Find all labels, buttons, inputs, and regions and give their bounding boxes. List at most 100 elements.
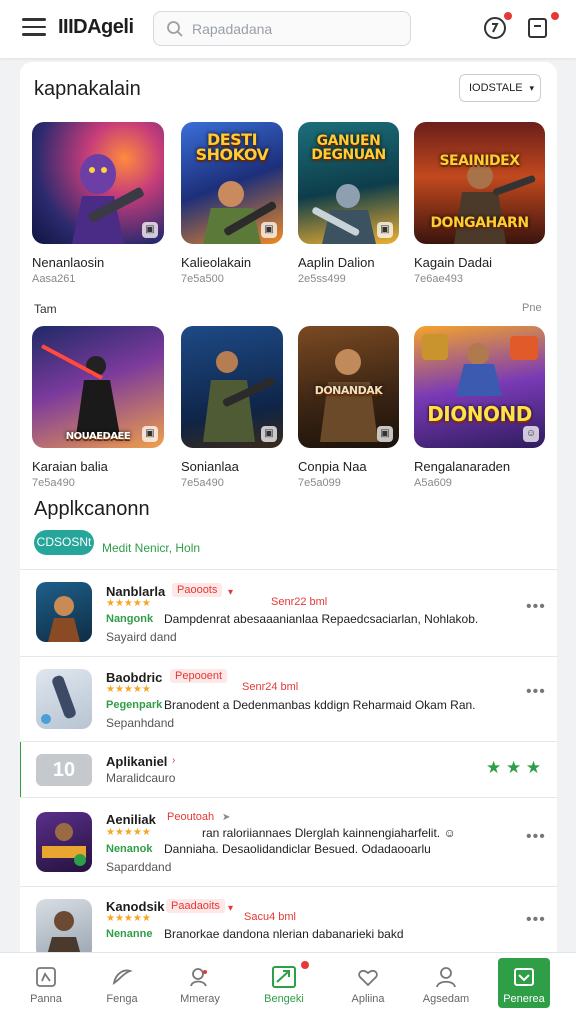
app-developer: Nangonk bbox=[106, 613, 154, 625]
nav-item-favorites[interactable]: Apliina bbox=[330, 953, 406, 1013]
game-name: Kagain Dadai bbox=[414, 255, 493, 270]
nav-label: Agsedam bbox=[422, 993, 470, 1005]
image-icon: ▣ bbox=[261, 222, 277, 238]
nav-item-trending[interactable]: Bengeki bbox=[246, 953, 322, 1013]
rating-stars: ★★★★★ bbox=[106, 598, 151, 609]
game-tile[interactable]: NOUAEDAEE ▣ Karaian balia 7e5a490 bbox=[32, 326, 164, 489]
more-options-icon[interactable]: ••• bbox=[526, 683, 546, 701]
image-icon: ▣ bbox=[261, 426, 277, 442]
app-size: Senr24 bml bbox=[242, 681, 299, 693]
app-tag: Pepooent bbox=[170, 669, 228, 683]
more-options-icon[interactable]: ••• bbox=[526, 828, 546, 846]
game-downloads: 7e5a490 bbox=[32, 477, 75, 489]
game-name: Rengalanaraden bbox=[414, 459, 511, 474]
game-art-image: GANUEN DEGNUAN ▣ bbox=[298, 122, 399, 244]
app-category: Maralidcauro bbox=[106, 771, 176, 785]
app-icon bbox=[36, 669, 92, 729]
sort-dropdown[interactable]: IODSTALE ▾ bbox=[459, 74, 541, 102]
app-description: Danniaha. Desaolidandiclar Besued. Odada… bbox=[164, 842, 431, 856]
app-description-extra: ran raloriiannaes Dlerglah kainnengiahar… bbox=[202, 826, 456, 840]
game-tile[interactable]: ▣ Nenanlaosin Aasa261 bbox=[32, 122, 164, 285]
game-art-title: DIONOND bbox=[427, 402, 532, 426]
game-tile[interactable]: GANUEN DEGNUAN ▣ Aaplin Dalion 2e5ss499 bbox=[298, 122, 399, 285]
game-downloads: 7e6ae493 bbox=[414, 273, 463, 285]
app-description: Branodent a Dedenmanbas kddign Reharmaid… bbox=[164, 698, 476, 712]
nav-label: Apliina bbox=[351, 993, 385, 1005]
app-title: Aplikaniel bbox=[106, 754, 168, 769]
game-art-title: SEAINIDEX DONGAHARN bbox=[430, 153, 529, 231]
nav-item-store[interactable]: Penerea bbox=[498, 958, 550, 1008]
filter-pill[interactable]: CDSOSNt bbox=[34, 530, 94, 555]
nav-item-users[interactable]: Mmeray bbox=[162, 953, 238, 1013]
app-size: Senr22 bml bbox=[271, 596, 328, 608]
game-name: Aaplin Dalion bbox=[298, 255, 375, 270]
game-downloads: Aasa261 bbox=[32, 273, 76, 285]
app-icon bbox=[36, 582, 92, 642]
more-options-icon[interactable]: ••• bbox=[526, 598, 546, 616]
list-item[interactable]: Baobdric Pepooent Senr24 bml ★★★★★ Pegen… bbox=[20, 656, 557, 741]
store-icon bbox=[514, 968, 534, 986]
nav-item-profile[interactable]: Agsedam bbox=[408, 953, 484, 1013]
game-name: Conpia Naa bbox=[298, 459, 367, 474]
arrow-right-icon: ➤ bbox=[222, 812, 231, 823]
game-art-image: ▣ bbox=[32, 122, 164, 244]
game-art-title: DONANDAK bbox=[314, 384, 383, 397]
app-category: Sayaird dand bbox=[106, 630, 177, 644]
search-placeholder: Rapadadana bbox=[192, 21, 273, 37]
app-developer: Pegenpark bbox=[106, 699, 163, 711]
list-item[interactable]: Nanblarla Paooots ▾ Senr22 bml ★★★★★ Nan… bbox=[20, 569, 557, 656]
caret-icon: › bbox=[172, 755, 176, 766]
app-description: Dampdenrat abesaaanianlaa Repaedcsaciarl… bbox=[164, 612, 479, 626]
game-downloads: A5a609 bbox=[414, 477, 452, 489]
game-art-image: ▣ bbox=[181, 326, 283, 448]
see-more-link[interactable]: Pne bbox=[522, 302, 542, 314]
clock-notification-icon[interactable] bbox=[482, 11, 513, 42]
list-item[interactable]: Aeniliak Peoutoah ➤ ran raloriiannaes Dl… bbox=[20, 797, 557, 886]
nav-label: Mmeray bbox=[180, 993, 220, 1005]
rating-stars: ★★★★★ bbox=[106, 684, 151, 695]
apps-section-title: Applkcanonn bbox=[34, 498, 150, 520]
game-tile[interactable]: DIONOND ☺ Rengalanaraden A5a609 bbox=[414, 326, 545, 489]
app-tag: Paooots bbox=[172, 583, 223, 597]
app-developer: Nenanok bbox=[106, 843, 153, 855]
app-title: IIIDAgeli bbox=[58, 16, 134, 38]
list-item[interactable]: 10 Aplikaniel › Maralidcauro ★ ★ ★ bbox=[20, 741, 557, 798]
rating-stars: ★★★★★ bbox=[106, 913, 151, 924]
nav-label: Fenga bbox=[106, 993, 138, 1005]
image-icon: ▣ bbox=[377, 222, 393, 238]
menu-icon[interactable] bbox=[22, 18, 46, 38]
chevron-down-icon: ▾ bbox=[529, 83, 534, 93]
nav-item-ring[interactable]: Fenga bbox=[84, 953, 160, 1013]
game-art-title: GANUEN DEGNUAN bbox=[311, 133, 386, 163]
users-icon bbox=[190, 968, 207, 987]
inbox-notification-icon[interactable] bbox=[526, 11, 560, 42]
image-icon: ☺ bbox=[523, 426, 539, 442]
rating-stars: ★ ★ ★ bbox=[486, 758, 542, 777]
game-tile[interactable]: SEAINIDEX DONGAHARN Kagain Dadai 7e6ae49… bbox=[414, 122, 545, 285]
sort-label: IODSTALE bbox=[469, 82, 523, 94]
list-item[interactable]: Kanodsik Paadaoits ▾ Sacu4 bml ★★★★★ Nen… bbox=[20, 886, 557, 957]
search-input[interactable]: Rapadadana bbox=[153, 11, 411, 46]
caret-down-icon: ▾ bbox=[228, 903, 234, 914]
app-tag: Paadaoits bbox=[166, 899, 225, 913]
nav-item-library[interactable]: Panna bbox=[8, 953, 84, 1013]
row-label: Tam bbox=[34, 302, 57, 316]
profile-icon bbox=[436, 967, 456, 988]
more-options-icon[interactable]: ••• bbox=[526, 911, 546, 929]
filter-note: Medit Nenicr, Holn bbox=[102, 541, 201, 555]
nav-label: Bengeki bbox=[264, 993, 304, 1005]
game-tile[interactable]: DESTI SHOKOV ▣ Kalieolakain 7e5a500 bbox=[181, 122, 283, 285]
game-art-title: DESTI SHOKOV bbox=[195, 130, 269, 164]
game-art-image: NOUAEDAEE ▣ bbox=[32, 326, 164, 448]
app-description: Branorkae dandona nlerian dabanarieki ba… bbox=[164, 927, 404, 941]
bottom-navigation: Panna Fenga Mmeray Bengeki Apliina Agsed… bbox=[0, 952, 576, 1024]
app-icon bbox=[36, 812, 92, 872]
game-tile[interactable]: DONANDAK ▣ Conpia Naa 7e5a099 bbox=[298, 326, 399, 489]
app-category: Saparddand bbox=[106, 860, 172, 874]
game-art-image: SEAINIDEX DONGAHARN bbox=[414, 122, 545, 244]
app-developer: Nenanne bbox=[106, 928, 153, 940]
nav-label: Penerea bbox=[503, 993, 545, 1005]
app-title: Nanblarla bbox=[106, 584, 166, 599]
top-app-bar: IIIDAgeli Rapadadana bbox=[0, 0, 576, 58]
game-tile[interactable]: ▣ Sonianlaa 7e5a490 bbox=[181, 326, 283, 489]
